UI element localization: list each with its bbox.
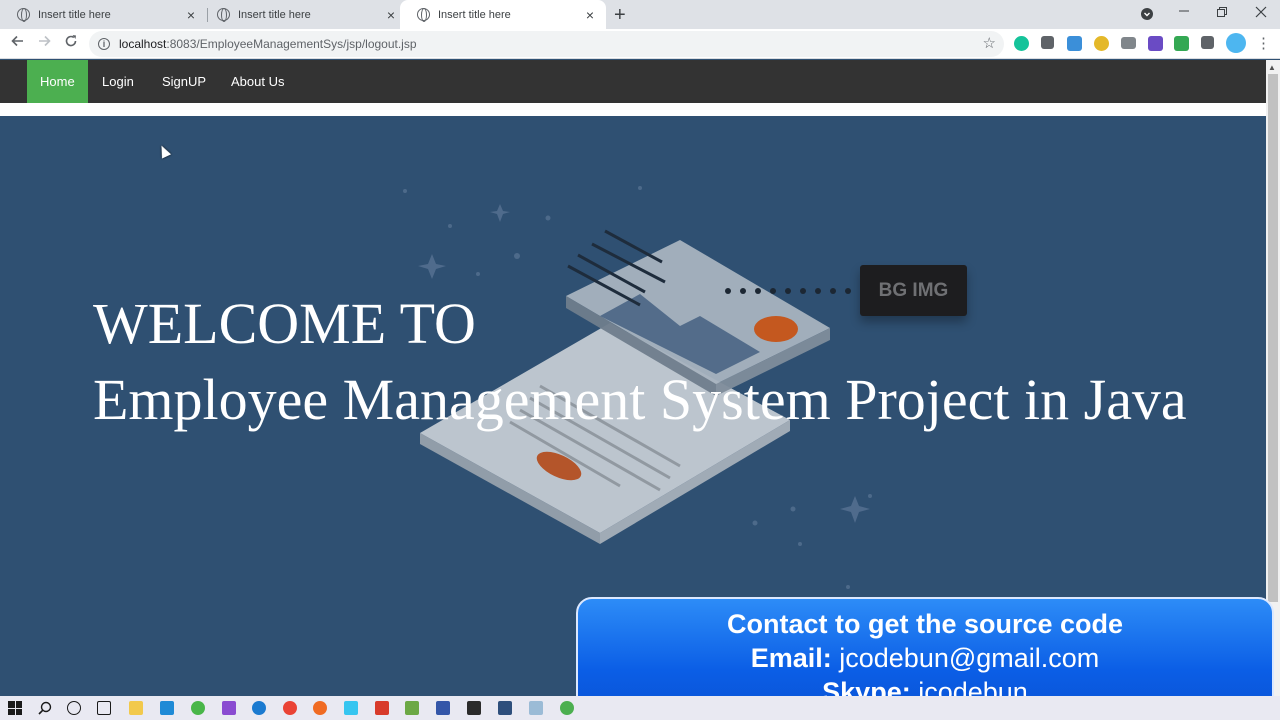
globe-icon — [217, 8, 230, 22]
profile-avatar[interactable] — [1226, 33, 1246, 53]
windows-start-icon[interactable] — [8, 701, 22, 715]
hero-heading-line1: WELCOME TO — [93, 291, 476, 356]
flask-extension-icon[interactable] — [1148, 36, 1163, 51]
app-green-icon[interactable] — [405, 701, 419, 715]
site-navbar: Home Login SignUP About Us — [0, 60, 1266, 103]
url-text[interactable]: localhost:8083/EmployeeManagementSys/jsp… — [119, 37, 417, 51]
file-explorer-icon[interactable] — [129, 701, 143, 715]
nav-signup[interactable]: SignUP — [149, 60, 219, 103]
nav-home[interactable]: Home — [27, 60, 88, 103]
nav-about-us[interactable]: About Us — [218, 60, 297, 103]
restore-icon[interactable] — [1216, 6, 1228, 21]
nav-login[interactable]: Login — [89, 60, 147, 103]
edge-icon[interactable] — [252, 701, 266, 715]
tab-search-icon[interactable] — [1141, 8, 1153, 20]
url-host: localhost — [119, 37, 167, 51]
reload-icon[interactable] — [64, 34, 78, 52]
app-lightblue-icon[interactable] — [529, 701, 543, 715]
app-red-icon[interactable] — [375, 701, 389, 715]
app-blue-icon[interactable] — [436, 701, 450, 715]
cortana-icon[interactable] — [67, 701, 81, 715]
browser-tab-bar: Insert title here × Insert title here × … — [0, 0, 1280, 29]
arrow-right-icon[interactable] — [37, 34, 51, 52]
close-icon[interactable]: × — [582, 7, 598, 23]
tab-title: Insert title here — [38, 8, 111, 21]
more-menu-icon[interactable]: ⋮ — [1256, 34, 1271, 52]
slack-icon[interactable] — [344, 701, 358, 715]
search-icon[interactable] — [38, 701, 52, 715]
globe-icon — [417, 8, 430, 22]
contact-email-line: Email: jcodebun@gmail.com — [578, 641, 1272, 675]
email-value: jcodebun@gmail.com — [839, 643, 1100, 673]
arrow-left-icon[interactable] — [11, 34, 25, 52]
chrome-icon[interactable] — [283, 701, 297, 715]
nav-bottom-strip — [0, 103, 1266, 116]
email-label: Email: — [750, 643, 832, 673]
hero-heading-line2: Employee Management System Project in Ja… — [93, 367, 1187, 432]
browser-tab-1[interactable]: Insert title here × — [0, 0, 207, 29]
vscode-icon[interactable] — [160, 701, 174, 715]
scrollbar-thumb[interactable] — [1268, 74, 1278, 602]
eclipse-green-icon[interactable] — [191, 701, 205, 715]
browser-tab-3-active[interactable]: Insert title here × — [400, 0, 606, 29]
star-icon[interactable]: ☆ — [983, 34, 996, 52]
android-extension-icon[interactable] — [1174, 36, 1189, 51]
terminal-icon[interactable] — [467, 701, 481, 715]
app-green-round-icon[interactable] — [560, 701, 574, 715]
task-view-icon[interactable] — [97, 701, 111, 715]
new-tab-button[interactable]: + — [614, 4, 626, 27]
window-close-icon[interactable] — [1255, 6, 1267, 21]
hero-heading: WELCOME TO Employee Management System Pr… — [93, 286, 1193, 438]
windows-taskbar — [0, 696, 1280, 720]
download-extension-icon[interactable] — [1041, 36, 1054, 49]
browser-tab-2[interactable]: Insert title here × — [200, 0, 407, 29]
puzzle-extensions-icon[interactable] — [1201, 36, 1214, 49]
address-bar[interactable]: i localhost:8083/EmployeeManagementSys/j… — [89, 31, 1004, 57]
close-icon[interactable]: × — [183, 7, 199, 23]
tab-title: Insert title here — [238, 8, 311, 21]
firefox-icon[interactable] — [313, 701, 327, 715]
visual-studio-icon[interactable] — [222, 701, 236, 715]
tab-title: Insert title here — [438, 8, 511, 21]
font-extension-icon[interactable] — [1067, 36, 1082, 51]
browser-toolbar: i localhost:8083/EmployeeManagementSys/j… — [0, 29, 1280, 59]
info-icon[interactable]: i — [98, 38, 110, 50]
minimize-icon[interactable] — [1178, 0, 1190, 23]
close-icon[interactable]: × — [383, 7, 399, 23]
camera-icon[interactable] — [1121, 37, 1136, 49]
url-path: :8083/EmployeeManagementSys/jsp/logout.j… — [166, 37, 417, 51]
globe-icon — [17, 8, 30, 22]
color-extension-icon[interactable] — [1094, 36, 1109, 51]
contact-headline: Contact to get the source code — [726, 609, 1124, 639]
app-navy-icon[interactable] — [498, 701, 512, 715]
scroll-up-arrow-icon[interactable]: ▲ — [1268, 63, 1276, 72]
grammarly-extension-icon[interactable] — [1014, 36, 1029, 51]
